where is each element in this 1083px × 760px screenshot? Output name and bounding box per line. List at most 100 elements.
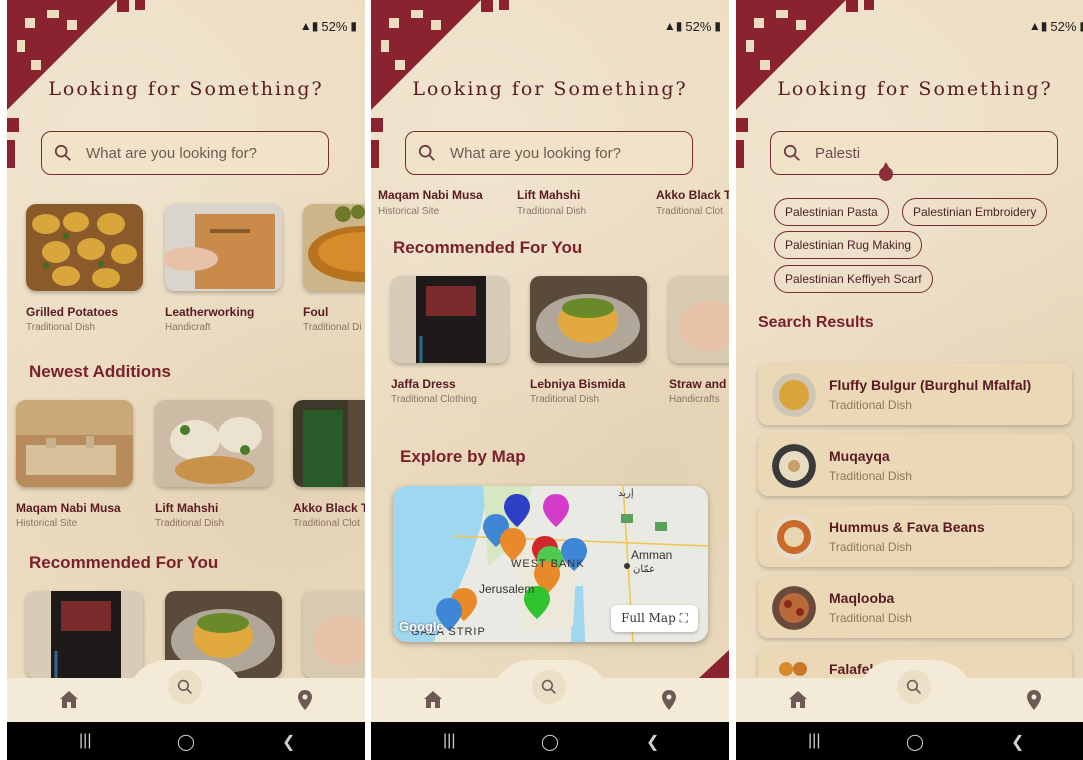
signal-icon: ▲▮ <box>299 19 319 33</box>
section-title-recommended: Recommended For You <box>29 553 219 572</box>
text-cursor-handle[interactable] <box>879 162 893 181</box>
screen-home: ▲▮ 52% ▮ Looking for Something? What are… <box>7 0 365 760</box>
signal-icon: ▲▮ <box>663 19 683 33</box>
item-card[interactable]: Grilled Potatoes Traditional Dish <box>26 204 144 333</box>
bottom-nav <box>7 660 365 722</box>
item-name: Akko Black T <box>293 501 365 515</box>
home-system-icon[interactable]: ◯ <box>541 732 559 752</box>
home-icon[interactable] <box>421 688 445 712</box>
battery-percent: 52% <box>321 18 348 34</box>
item-name: Straw and I <box>669 377 729 391</box>
map-preview[interactable]: Amman عمّان Jerusalem WEST BANK GAZA STR… <box>393 486 708 642</box>
google-logo: Google <box>399 619 444 634</box>
bottom-nav <box>371 660 729 722</box>
nav-search-button[interactable] <box>532 670 566 704</box>
system-nav-bar: ||| ◯ ❮ <box>371 722 729 760</box>
system-nav-bar: ||| ◯ ❮ <box>736 722 1083 760</box>
section-title-map: Explore by Map <box>400 447 526 466</box>
recent-apps-icon[interactable]: ||| <box>443 732 455 750</box>
bottom-nav <box>736 660 1083 722</box>
result-category: Traditional Dish <box>829 398 912 412</box>
section-title-results: Search Results <box>758 314 874 331</box>
location-pin-icon[interactable] <box>657 688 681 712</box>
item-image <box>669 276 729 363</box>
signal-icon: ▲▮ <box>1028 19 1048 33</box>
home-system-icon[interactable]: ◯ <box>177 732 195 752</box>
home-icon[interactable] <box>57 688 81 712</box>
search-input[interactable]: What are you looking for? <box>405 131 693 175</box>
search-input[interactable]: What are you looking for? <box>41 131 329 175</box>
item-category: Traditional Di <box>303 322 362 333</box>
map-label: إربد <box>618 488 634 499</box>
item-card[interactable]: Akko Black T Traditional Clot <box>293 400 365 529</box>
item-category: Handicraft <box>165 322 211 333</box>
search-icon <box>418 144 435 161</box>
full-map-button[interactable]: Full Map ⛶ <box>611 605 698 632</box>
result-name: Maqlooba <box>829 590 895 606</box>
search-icon <box>783 144 800 161</box>
result-row[interactable]: Muqayqa Traditional Dish <box>758 434 1072 496</box>
search-icon <box>541 679 556 694</box>
item-image <box>165 204 282 291</box>
recent-apps-icon[interactable]: ||| <box>808 732 820 750</box>
home-icon[interactable] <box>786 688 810 712</box>
back-icon[interactable]: ❮ <box>1011 732 1024 752</box>
suggestion-chip[interactable]: Palestinian Pasta <box>774 198 889 226</box>
item-category: Handicrafts <box>669 394 720 405</box>
item-card[interactable]: Lebniya Bismida Traditional Dish <box>530 276 648 405</box>
item-image <box>16 400 133 487</box>
status-bar: ▲▮ 52% ▮ <box>664 18 721 34</box>
item-name[interactable]: Lift Mahshi <box>517 188 580 202</box>
item-image <box>293 400 365 487</box>
back-icon[interactable]: ❮ <box>646 732 659 752</box>
location-pin-icon[interactable] <box>293 688 317 712</box>
item-name: Maqam Nabi Musa <box>16 501 121 515</box>
screen-search-results: ▲▮ 52% ▮ Looking for Something? Palesti … <box>736 0 1083 760</box>
result-category: Traditional Dish <box>829 469 912 483</box>
item-card[interactable]: Foul Traditional Di <box>303 204 365 333</box>
item-card[interactable]: Lift Mahshi Traditional Dish <box>155 400 273 529</box>
result-row[interactable]: Fluffy Bulgur (Burghul Mfalfal) Traditio… <box>758 363 1072 425</box>
item-category: Traditional Dish <box>155 518 225 529</box>
item-card[interactable]: Straw and I Handicrafts <box>669 276 729 405</box>
search-placeholder: What are you looking for? <box>450 144 621 162</box>
search-placeholder: What are you looking for? <box>86 144 257 162</box>
full-map-label: Full Map <box>621 611 676 625</box>
item-card[interactable]: Leatherworking Handicraft <box>165 204 283 333</box>
battery-icon: ▮ <box>714 19 721 33</box>
suggestion-chip[interactable]: Palestinian Keffiyeh Scarf <box>774 265 933 293</box>
fullscreen-icon: ⛶ <box>679 611 688 625</box>
location-pin-icon[interactable] <box>1022 688 1046 712</box>
page-title: Looking for Something? <box>412 78 688 100</box>
nav-search-button[interactable] <box>168 670 202 704</box>
search-input[interactable]: Palesti <box>770 131 1058 181</box>
item-category: Traditional Clot <box>656 206 723 217</box>
battery-percent: 52% <box>685 18 712 34</box>
item-card[interactable] <box>26 591 144 678</box>
suggestion-chip[interactable]: Palestinian Embroidery <box>902 198 1048 226</box>
result-thumbnail <box>772 444 816 488</box>
item-name: Lebniya Bismida <box>530 377 626 391</box>
item-card[interactable]: Maqam Nabi Musa Historical Site <box>16 400 134 529</box>
battery-icon: ▮ <box>1079 19 1083 33</box>
suggestion-chip[interactable]: Palestinian Rug Making <box>774 231 923 259</box>
screen-explore: ▲▮ 52% ▮ Looking for Something? What are… <box>371 0 729 760</box>
item-card[interactable]: Jaffa Dress Traditional Clothing <box>391 276 509 405</box>
item-category: Historical Site <box>378 206 440 217</box>
battery-icon: ▮ <box>350 19 357 33</box>
result-row[interactable]: Maqlooba Traditional Dish <box>758 576 1072 638</box>
item-card[interactable] <box>303 591 365 678</box>
search-icon <box>54 144 71 161</box>
item-image <box>391 276 508 363</box>
result-row[interactable]: Hummus & Fava Beans Traditional Dish <box>758 505 1072 567</box>
item-name[interactable]: Akko Black T <box>656 188 729 202</box>
item-name[interactable]: Maqam Nabi Musa <box>378 188 483 202</box>
map-label: عمّان <box>633 564 656 575</box>
nav-search-button[interactable] <box>897 670 931 704</box>
recent-apps-icon[interactable]: ||| <box>79 732 91 750</box>
home-system-icon[interactable]: ◯ <box>906 732 924 752</box>
system-nav-bar: ||| ◯ ❮ <box>7 722 365 760</box>
item-category: Historical Site <box>16 518 78 529</box>
back-icon[interactable]: ❮ <box>282 732 295 752</box>
page-title: Looking for Something? <box>48 78 324 100</box>
